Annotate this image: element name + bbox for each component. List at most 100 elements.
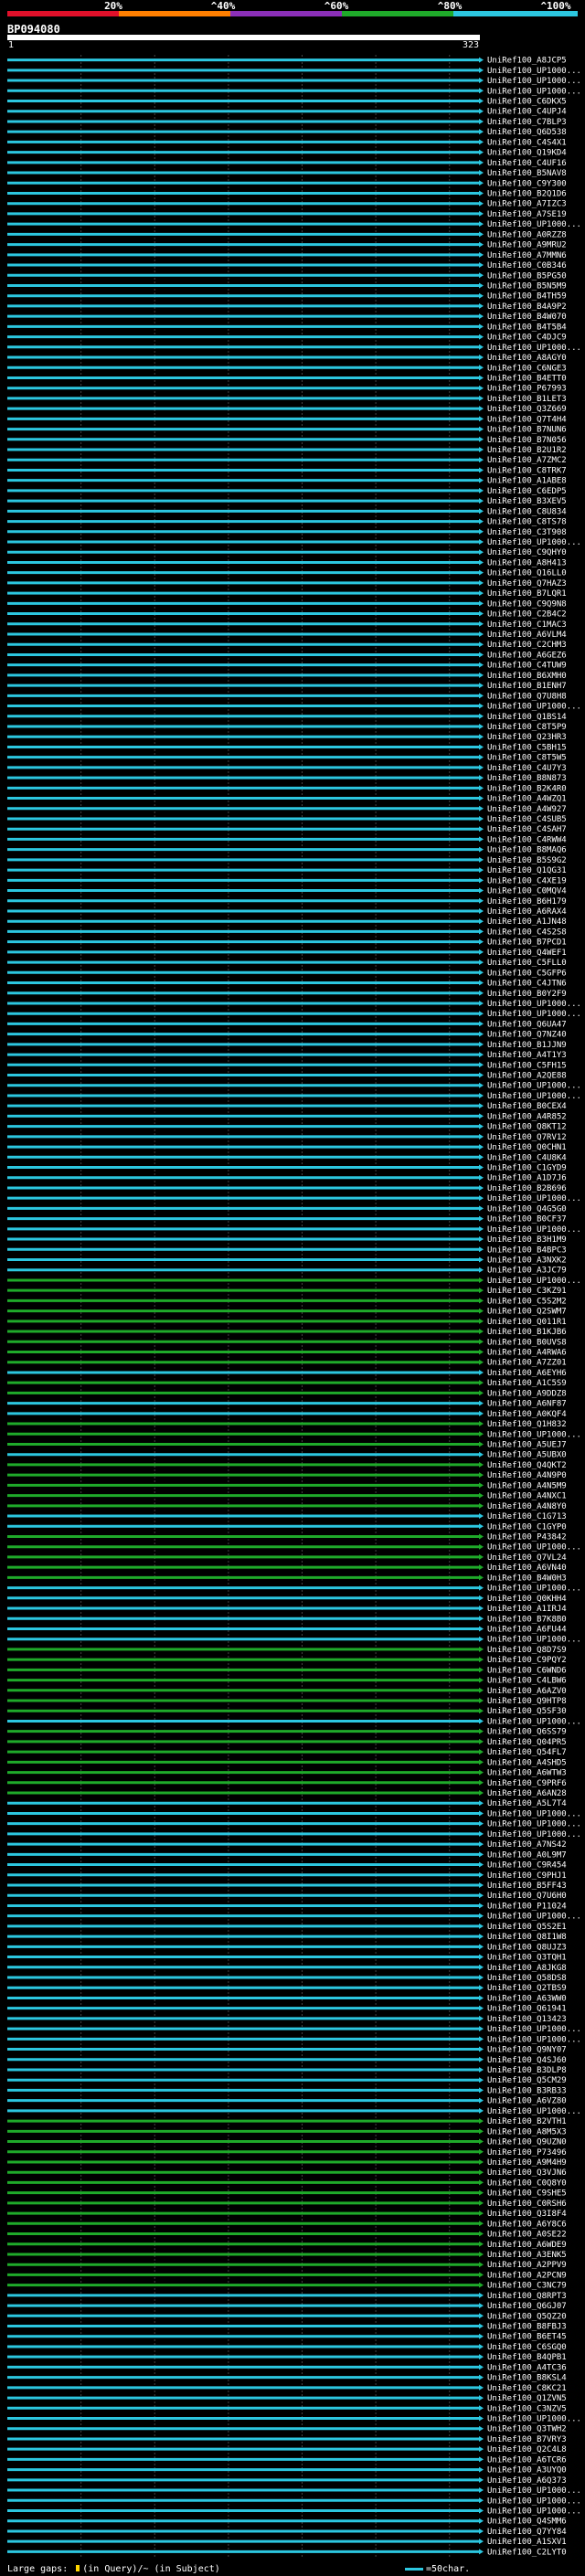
hit-label[interactable]: UniRef100_UP1000...: [487, 2415, 581, 2424]
hit-label[interactable]: UniRef100_A6GEZ6: [487, 651, 567, 660]
hit-label[interactable]: UniRef100_A7SE19: [487, 210, 567, 219]
hit-label[interactable]: UniRef100_A8AGY0: [487, 354, 567, 363]
hit-label[interactable]: UniRef100_UP1000...: [487, 1585, 581, 1594]
hit-label[interactable]: UniRef100_C8U834: [487, 507, 567, 516]
hit-label[interactable]: UniRef100_B0CF37: [487, 1215, 567, 1224]
hit-label[interactable]: UniRef100_A1ABE8: [487, 477, 567, 486]
hit-label[interactable]: UniRef100_A0KQF4: [487, 1410, 567, 1419]
hit-label[interactable]: UniRef100_P73496: [487, 2148, 567, 2157]
hit-label[interactable]: UniRef100_A4NXC1: [487, 1492, 567, 1501]
hit-label[interactable]: UniRef100_C0Q8Y0: [487, 2178, 567, 2188]
hit-label[interactable]: UniRef100_Q6GJ07: [487, 2302, 567, 2311]
hit-label[interactable]: UniRef100_Q04PR5: [487, 1738, 567, 1747]
hit-label[interactable]: UniRef100_C8T5P9: [487, 723, 567, 732]
hit-label[interactable]: UniRef100_UP1000...: [487, 77, 581, 86]
hit-label[interactable]: UniRef100_Q13423: [487, 2015, 567, 2024]
hit-label[interactable]: UniRef100_A3UYQ0: [487, 2466, 567, 2475]
hit-label[interactable]: UniRef100_C5FLL0: [487, 959, 567, 968]
hit-label[interactable]: UniRef100_Q6D538: [487, 128, 567, 137]
hit-label[interactable]: UniRef100_Q7RV12: [487, 1133, 567, 1142]
hit-label[interactable]: UniRef100_B8KSL4: [487, 2374, 567, 2383]
hit-label[interactable]: UniRef100_B2Q1D6: [487, 189, 567, 198]
hit-label[interactable]: UniRef100_P43842: [487, 1532, 567, 1542]
hit-label[interactable]: UniRef100_A1D7J6: [487, 1174, 567, 1183]
hit-label[interactable]: UniRef100_B4A9P2: [487, 302, 567, 312]
hit-label[interactable]: UniRef100_A8JCP5: [487, 57, 567, 66]
hit-label[interactable]: UniRef100_C4JTN6: [487, 980, 567, 989]
hit-label[interactable]: UniRef100_A2QE88: [487, 1072, 567, 1081]
hit-label[interactable]: UniRef100_UP1000...: [487, 220, 581, 229]
hit-label[interactable]: UniRef100_C8T5W5: [487, 754, 567, 763]
hit-label[interactable]: UniRef100_UP1000...: [487, 1092, 581, 1101]
hit-label[interactable]: UniRef100_A9MRU2: [487, 241, 567, 250]
hit-label[interactable]: UniRef100_B1KJB6: [487, 1328, 567, 1337]
hit-label[interactable]: UniRef100_A8H413: [487, 558, 567, 567]
hit-label[interactable]: UniRef100_B4ETT0: [487, 374, 567, 383]
hit-label[interactable]: UniRef100_A4N5M9: [487, 1481, 567, 1490]
hit-label[interactable]: UniRef100_Q7U6H0: [487, 1892, 567, 1901]
hit-label[interactable]: UniRef100_B6XMH0: [487, 672, 567, 681]
hit-label[interactable]: UniRef100_C4LBW6: [487, 1677, 567, 1686]
hit-label[interactable]: UniRef100_Q4WEF1: [487, 949, 567, 958]
hit-label[interactable]: UniRef100_Q4G5G0: [487, 1204, 567, 1214]
hit-label[interactable]: UniRef100_Q5S2E1: [487, 1923, 567, 1932]
hit-label[interactable]: UniRef100_UP1000...: [487, 2035, 581, 2044]
hit-label[interactable]: UniRef100_A2PCN9: [487, 2271, 567, 2280]
hit-label[interactable]: UniRef100_C1MAC3: [487, 620, 567, 630]
hit-label[interactable]: UniRef100_A9DDZ8: [487, 1389, 567, 1398]
hit-label[interactable]: UniRef100_Q011R1: [487, 1318, 567, 1327]
hit-label[interactable]: UniRef100_A5UEJ7: [487, 1440, 567, 1449]
hit-label[interactable]: UniRef100_Q6SS79: [487, 1728, 567, 1737]
hit-label[interactable]: UniRef100_Q8RPT3: [487, 2292, 567, 2301]
hit-label[interactable]: UniRef100_A6NF87: [487, 1400, 567, 1409]
hit-label[interactable]: UniRef100_Q8UJZ3: [487, 1943, 567, 1952]
hit-label[interactable]: UniRef100_A5L7T4: [487, 1799, 567, 1808]
hit-label[interactable]: UniRef100_C6SGQ0: [487, 2343, 567, 2352]
hit-label[interactable]: UniRef100_B8N873: [487, 774, 567, 783]
hit-label[interactable]: UniRef100_A63WW0: [487, 1994, 567, 2003]
hit-label[interactable]: UniRef100_UP1000...: [487, 1082, 581, 1091]
hit-label[interactable]: UniRef100_C3NZV5: [487, 2404, 567, 2413]
hit-label[interactable]: UniRef100_A6WDE9: [487, 2241, 567, 2250]
hit-label[interactable]: UniRef100_B0Y2F9: [487, 990, 567, 999]
hit-label[interactable]: UniRef100_B7NUN6: [487, 426, 567, 435]
hit-label[interactable]: UniRef100_Q61941: [487, 2005, 567, 2014]
hit-label[interactable]: UniRef100_B6ET45: [487, 2333, 567, 2342]
hit-label[interactable]: UniRef100_C0B346: [487, 261, 567, 270]
hit-label[interactable]: UniRef100_UP1000...: [487, 1010, 581, 1019]
hit-label[interactable]: UniRef100_A4SHD5: [487, 1758, 567, 1767]
hit-label[interactable]: UniRef100_C4SAH7: [487, 825, 567, 834]
hit-label[interactable]: UniRef100_Q23HR3: [487, 733, 567, 742]
hit-label[interactable]: UniRef100_C9PRF6: [487, 1779, 567, 1788]
hit-label[interactable]: UniRef100_UP1000...: [487, 2025, 581, 2034]
hit-label[interactable]: UniRef100_C5S2M2: [487, 1297, 567, 1306]
hit-label[interactable]: UniRef100_Q6UA47: [487, 1020, 567, 1029]
hit-label[interactable]: UniRef100_B7K8B0: [487, 1615, 567, 1624]
hit-label[interactable]: UniRef100_Q1BS14: [487, 713, 567, 722]
hit-label[interactable]: UniRef100_A4TC36: [487, 2363, 567, 2372]
hit-label[interactable]: UniRef100_B1JJN9: [487, 1041, 567, 1050]
hit-label[interactable]: UniRef100_Q0KHH4: [487, 1595, 567, 1604]
hit-label[interactable]: UniRef100_UP1000...: [487, 703, 581, 712]
hit-label[interactable]: UniRef100_A5UBX0: [487, 1451, 567, 1460]
hit-label[interactable]: UniRef100_Q8I1W8: [487, 1933, 567, 1942]
hit-label[interactable]: UniRef100_C9PQY2: [487, 1656, 567, 1665]
hit-label[interactable]: UniRef100_A0SE22: [487, 2231, 567, 2240]
hit-label[interactable]: UniRef100_C1G713: [487, 1512, 567, 1521]
hit-label[interactable]: UniRef100_Q8D7S9: [487, 1646, 567, 1655]
hit-label[interactable]: UniRef100_Q7YY84: [487, 2528, 567, 2537]
hit-label[interactable]: UniRef100_A6AN28: [487, 1789, 567, 1798]
hit-label[interactable]: UniRef100_UP1000...: [487, 1225, 581, 1235]
hit-label[interactable]: UniRef100_A6VZ80: [487, 2097, 567, 2106]
hit-label[interactable]: UniRef100_A1C5S9: [487, 1379, 567, 1388]
hit-label[interactable]: UniRef100_Q3I8F4: [487, 2210, 567, 2219]
hit-label[interactable]: UniRef100_C9Y300: [487, 179, 567, 188]
hit-label[interactable]: UniRef100_A6TCR6: [487, 2455, 567, 2465]
hit-label[interactable]: UniRef100_B4W0H3: [487, 1574, 567, 1583]
hit-label[interactable]: UniRef100_Q2C4L8: [487, 2445, 567, 2454]
hit-label[interactable]: UniRef100_B2VTH1: [487, 2117, 567, 2126]
hit-label[interactable]: UniRef100_UP1000...: [487, 87, 581, 96]
hit-label[interactable]: UniRef100_UP1000...: [487, 1913, 581, 1922]
hit-label[interactable]: UniRef100_A6AZV0: [487, 1687, 567, 1696]
hit-label[interactable]: UniRef100_A7ZZ01: [487, 1359, 567, 1368]
